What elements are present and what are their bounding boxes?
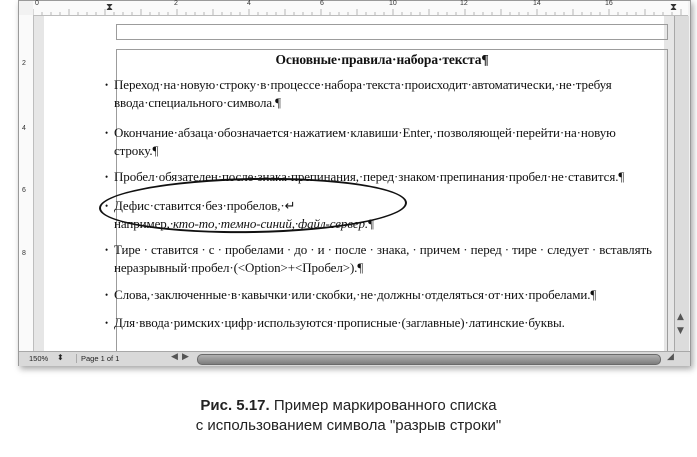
ruler-number: 14 — [533, 0, 541, 7]
ruler-number: 2 — [174, 0, 178, 7]
zoom-level[interactable]: 150% — [29, 354, 48, 363]
list-item-line: Переход·на·новую·строку·в·процессе·набор… — [114, 77, 612, 92]
list-item-line: Окончание·абзаца·обозначается·нажатием·к… — [114, 125, 616, 140]
list-item-line: ввода·специального·символа.¶ — [114, 95, 281, 110]
list-item-line: Для·ввода·римских·цифр·используются·проп… — [114, 315, 565, 330]
ruler-number: 6 — [320, 0, 324, 7]
list-item[interactable]: • Тире · ставится · с · пробелами · до ·… — [105, 241, 665, 277]
scroll-down-icon[interactable]: ▼ — [677, 326, 684, 336]
list-item-line: строку.¶ — [114, 143, 159, 158]
scroll-right-icon[interactable]: ▶ — [182, 352, 189, 362]
list-item[interactable]: • Слова,·заключенные·в·кавычки·или·скобк… — [105, 286, 665, 304]
bullet-marker: • — [105, 128, 109, 138]
status-bar: 150% ⬍ Page 1 of 1 ◀ ▶ ◢ — [19, 351, 690, 366]
caption-text: Пример маркированного списка — [269, 397, 497, 414]
zoom-stepper-icon[interactable]: ⬍ — [57, 353, 64, 362]
list-item[interactable]: • Переход·на·новую·строку·в·процессе·наб… — [105, 76, 665, 112]
list-item[interactable]: • Для·ввода·римских·цифр·используются·пр… — [105, 314, 665, 332]
vertical-ruler[interactable]: 2 4 6 8 — [19, 15, 34, 351]
list-item-line: Тире · ставится · с · пробелами · до · и… — [114, 242, 652, 257]
document-area[interactable]: Основные·правила·набора·текста¶ • Перехо… — [34, 16, 674, 351]
list-item[interactable]: • Окончание·абзаца·обозначается·нажатием… — [105, 124, 665, 160]
list-item-line: неразрывный·пробел·(<Option>+<Пробел>).¶ — [114, 260, 364, 275]
horizontal-scroll-thumb[interactable] — [197, 354, 661, 365]
left-indent-marker[interactable]: ⧗ — [106, 3, 113, 13]
bullet-marker: • — [105, 290, 109, 300]
ruler-number: 6 — [22, 187, 26, 194]
caption-line-2: с использованием символа "разрыв строки" — [195, 417, 502, 434]
bullet-marker: • — [105, 245, 109, 255]
ruler-number: 12 — [460, 0, 468, 7]
scroll-left-icon[interactable]: ◀ — [171, 352, 178, 362]
ruler-number: 8 — [22, 250, 26, 257]
resize-grip-icon[interactable]: ◢ — [667, 352, 674, 362]
right-indent-marker[interactable]: ⧗ — [670, 3, 677, 13]
ruler-number: 4 — [247, 0, 251, 7]
list-item-line: Слова,·заключенные·в·кавычки·или·скобки,… — [114, 287, 597, 302]
scroll-up-icon[interactable]: ▲ — [677, 312, 684, 322]
header-boundary — [116, 24, 668, 40]
document-title[interactable]: Основные·правила·набора·текста¶ — [106, 52, 658, 68]
ruler-number: 10 — [389, 0, 397, 7]
ruler-ticks — [33, 9, 682, 15]
caption-line-1: Рис. 5.17. Пример маркированного списка — [0, 396, 697, 416]
horizontal-ruler[interactable]: 0 2 4 6 10 12 14 16 ⧗ ⧗ — [33, 0, 688, 16]
ruler-number: 16 — [605, 0, 613, 7]
figure-caption: Рис. 5.17. Пример маркированного списка … — [0, 396, 697, 436]
page-counter: Page 1 of 1 — [76, 354, 119, 363]
bullet-marker: • — [105, 172, 109, 182]
ruler-number: 2 — [22, 60, 26, 67]
ruler-number: 0 — [35, 0, 39, 7]
word-window: 0 2 4 6 10 12 14 16 ⧗ ⧗ 2 4 6 8 Основные… — [18, 0, 691, 366]
bullet-marker: • — [105, 80, 109, 90]
figure-number: Рис. 5.17. — [200, 397, 270, 414]
bullet-marker: • — [105, 318, 109, 328]
vertical-scrollbar[interactable]: ▲ ▼ — [674, 16, 689, 351]
ruler-number: 4 — [22, 125, 26, 132]
